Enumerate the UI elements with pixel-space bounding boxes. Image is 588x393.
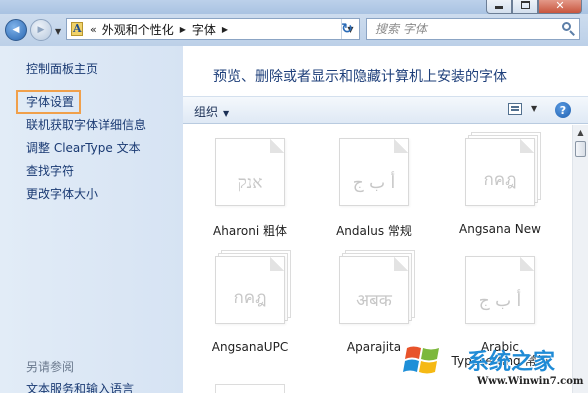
sidebar-item-get-font-info-online[interactable]: 联机获取字体详细信息 [26,116,146,133]
breadcrumb-fonts[interactable]: 字体 [192,21,216,38]
page-title: 预览、删除或者显示和隐藏计算机上安装的字体 [213,69,507,85]
search-icon[interactable] [559,19,579,39]
font-family-icon: अबक [339,256,409,324]
refresh-button[interactable]: ↻ [336,19,358,39]
see-also-heading: 另请参阅 [26,360,75,374]
close-button[interactable]: ✕ [538,0,582,14]
help-button[interactable]: ? [555,102,571,118]
font-sample: أ ب ج [352,173,396,193]
fonts-folder-icon: A [71,22,83,36]
back-button[interactable]: ◀ [5,19,27,41]
font-file-icon: أ ب ج [465,256,535,324]
font-name: Andalus 常规 [336,224,412,238]
title-bar: ✕ [0,0,588,14]
toolbar: 组织 ▼ ▼ ? [183,96,588,124]
font-sample: अबक [356,291,392,311]
minimize-button[interactable] [486,0,512,14]
font-tile[interactable]: กคฎ AngsanaUPC [195,250,305,356]
breadcrumb-chevron-icon[interactable]: ▶ [180,25,186,34]
recent-pages-dropdown[interactable]: ▼ [55,27,61,36]
organize-button[interactable]: 组织 ▼ [194,103,229,120]
back-arrow-icon: ◀ [12,25,20,35]
chevron-down-icon: ▼ [223,109,230,118]
breadcrumb-overflow[interactable]: « [90,23,97,36]
font-family-icon: กคฎ [215,256,285,324]
font-family-icon: กคฎ [465,138,535,206]
breadcrumb-chevron-icon[interactable]: ▶ [222,25,228,34]
font-name: Angsana New [459,222,541,236]
scroll-thumb[interactable] [575,141,586,157]
sidebar-item-adjust-cleartype[interactable]: 调整 ClearType 文本 [26,139,141,156]
sidebar-item-control-panel-home[interactable]: 控制面板主页 [26,60,98,77]
sidebar-item-change-font-size[interactable]: 更改字体大小 [26,185,98,202]
view-dropdown-button[interactable]: ▼ [531,104,537,113]
font-sample: กคฎ [483,170,517,190]
organize-label: 组织 [194,105,219,119]
font-tile[interactable]: אנק Aharoni 粗体 [195,138,305,238]
sidebar-item-text-services[interactable]: 文本服务和输入语言 [26,380,134,393]
minimize-icon [495,5,503,9]
address-bar[interactable]: A « 外观和个性化 ▶ 字体 ▶ ▼ [66,18,360,40]
font-sample: أ ب ج [478,291,522,311]
window-controls: ✕ [486,0,582,14]
breadcrumb-appearance[interactable]: 外观和个性化 [102,21,174,38]
sidebar: 控制面板主页 字体设置 联机获取字体详细信息 调整 ClearType 文本 查… [0,46,183,393]
forward-button[interactable]: ▶ [30,19,52,41]
windows-flag-icon [403,346,439,374]
watermark: 系统之家 Www.Winwin7.com [403,336,588,393]
font-file-icon: أ ب ج [339,138,409,206]
refresh-icon: ↻ [341,21,353,37]
font-name: AngsanaUPC [211,340,289,354]
search-input[interactable] [375,22,545,36]
watermark-url: Www.Winwin7.com [477,376,584,387]
font-file-icon: אנק [215,138,285,206]
font-tile[interactable]: กคฎ Angsana New [445,132,555,238]
close-icon: ✕ [555,0,565,12]
font-tile[interactable]: أ ب ج Andalus 常规 [319,138,429,238]
sidebar-item-find-character[interactable]: 查找字符 [26,162,74,179]
font-name: Aharoni 粗体 [213,224,287,238]
font-sample: אנק [237,173,263,193]
forward-arrow-icon: ▶ [37,25,45,35]
sidebar-item-font-settings[interactable]: 字体设置 [16,90,82,114]
search-box[interactable] [366,18,580,40]
maximize-button[interactable] [512,0,538,14]
view-options-button[interactable] [508,103,522,115]
font-file-icon[interactable] [215,384,285,393]
maximize-icon [520,1,530,9]
font-sample: กคฎ [233,288,267,308]
scroll-up-button[interactable]: ▲ [573,125,588,139]
watermark-text: 系统之家 [467,350,556,375]
